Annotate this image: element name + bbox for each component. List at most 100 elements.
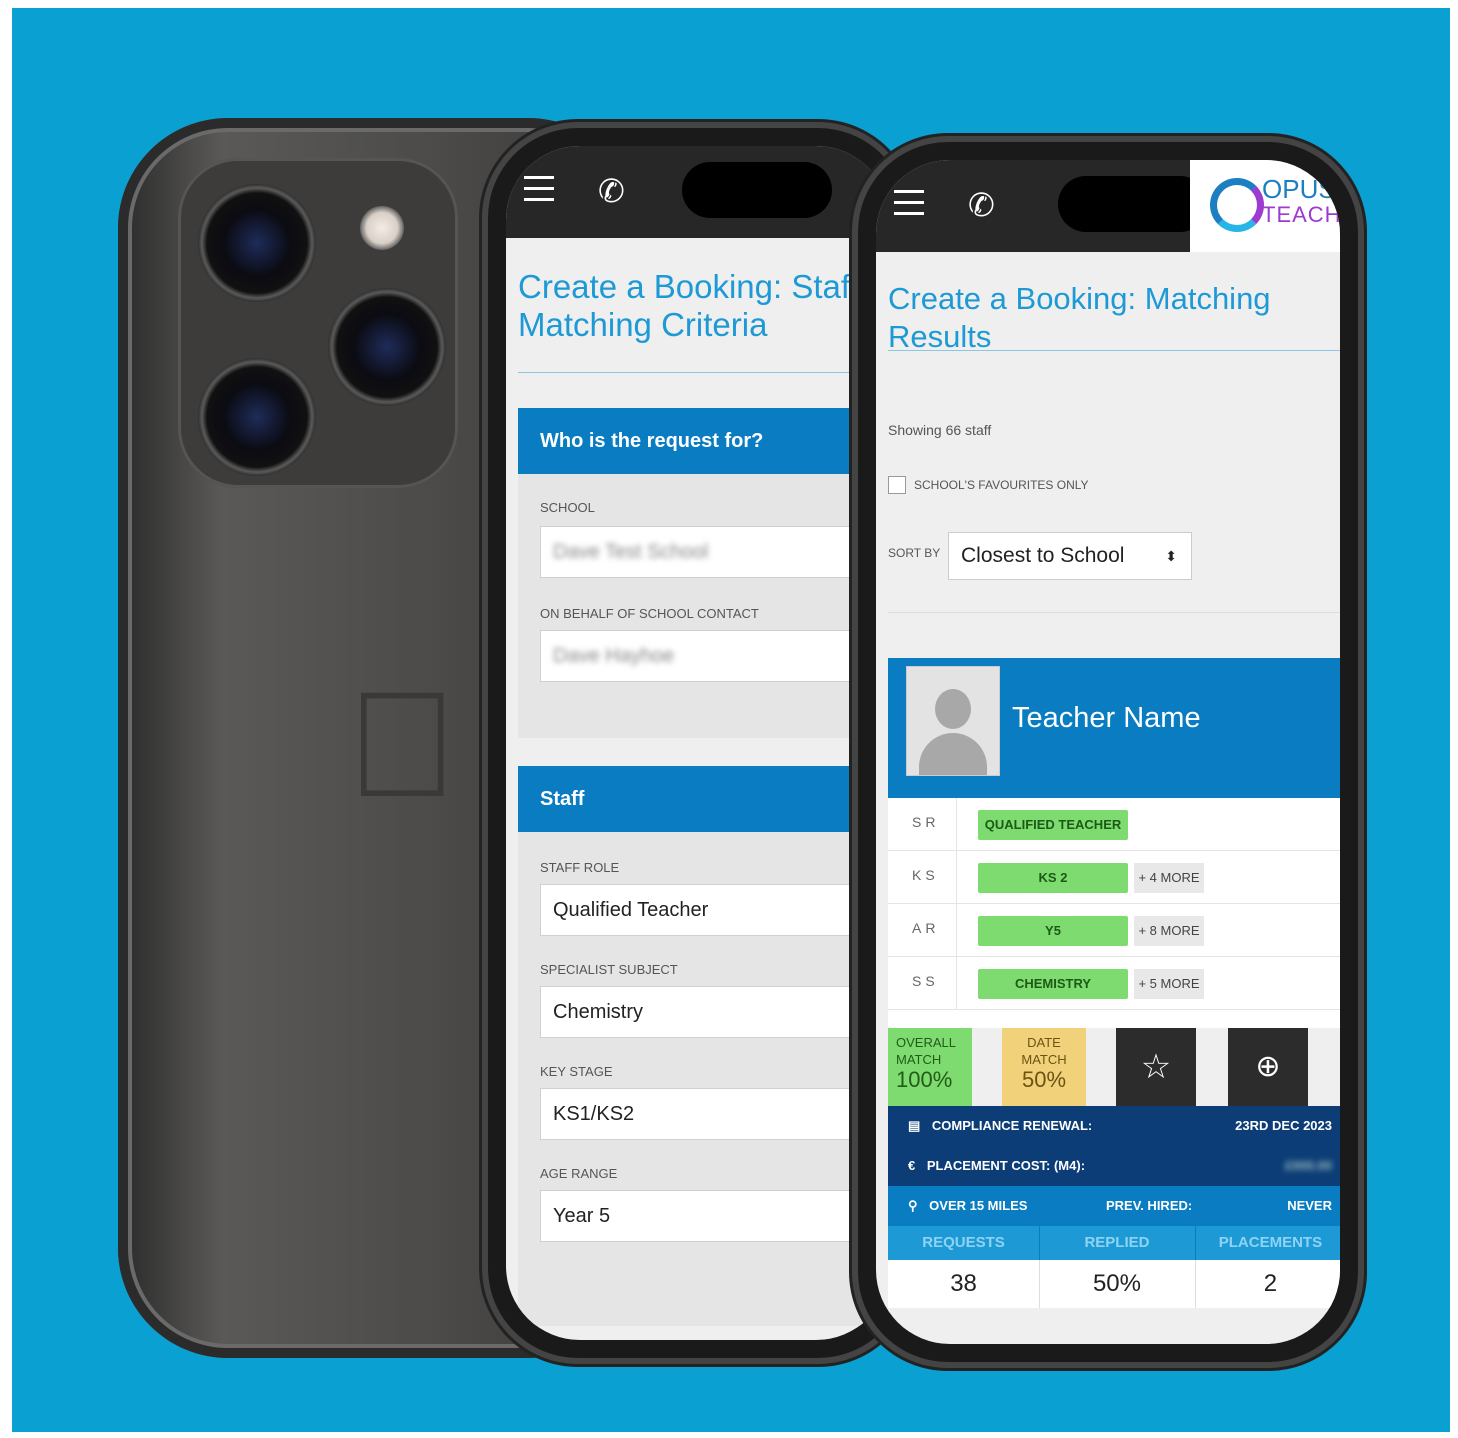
match-tag: KS 2 — [978, 863, 1128, 893]
menu-icon[interactable] — [894, 190, 924, 215]
metric-header: REPLIED — [1039, 1226, 1196, 1260]
school-field[interactable]: Dave Test School — [540, 526, 890, 578]
match-tag: CHEMISTRY — [978, 969, 1128, 999]
select-arrows-icon: ⬍ — [1165, 548, 1177, 564]
screen-results: ✆ OPUS TEACH Create a Booking: Matching … — [876, 160, 1340, 1344]
subject-field[interactable]: Chemistry — [540, 986, 890, 1038]
overall-match-value: 100% — [896, 1067, 953, 1092]
table-row: AR Y5 + 8 MORE — [888, 904, 1340, 957]
results-count: Showing 66 staff — [888, 422, 992, 438]
table-row: SS CHEMISTRY + 5 MORE — [888, 957, 1340, 1010]
school-label: SCHOOL — [540, 500, 595, 515]
phone-criteria: ✆ Create a Booking: Staff Matching Crite… — [488, 128, 908, 1358]
match-stats: OVERALL MATCH 100% DATE MATCH 50% ☆ ⊕ — [888, 1028, 1340, 1106]
date-match: DATE MATCH 50% — [1002, 1028, 1086, 1106]
page-title: Create a Booking: Matching Results — [888, 281, 1271, 354]
request-panel-header: Who is the request for? — [518, 408, 890, 474]
sort-label: SORT BY — [888, 546, 941, 560]
avatar — [906, 666, 1000, 776]
subject-label: SPECIALIST SUBJECT — [540, 962, 678, 977]
teacher-card[interactable]: Teacher Name SR QUALIFIED TEACHER KS KS … — [888, 658, 1340, 1050]
top-bar: ✆ — [506, 146, 890, 238]
metrics-header: REQUESTS REPLIED PLACEMENTS — [888, 1226, 1340, 1260]
table-row: SR QUALIFIED TEACHER — [888, 798, 1340, 851]
overall-match-label2: MATCH — [896, 1052, 942, 1067]
placement-value: £000.00 — [1285, 1158, 1332, 1173]
logo-teach: TEACH — [1262, 202, 1340, 227]
title-divider — [518, 372, 890, 373]
compliance-label: COMPLIANCE RENEWAL: — [931, 1118, 1093, 1133]
staff-role-field[interactable]: Qualified Teacher — [540, 884, 890, 936]
dynamic-island — [682, 162, 832, 218]
key-stage-label: KEY STAGE — [540, 1064, 613, 1079]
teacher-card-header: Teacher Name — [888, 658, 1340, 798]
star-icon[interactable]: ☆ — [1116, 1028, 1196, 1106]
distance-row: ⚲ OVER 15 MILES PREV. HIRED: NEVER — [888, 1186, 1340, 1226]
row-label: SR — [912, 814, 940, 830]
top-bar: ✆ OPUS TEACH — [876, 160, 1340, 252]
favourites-checkbox[interactable] — [888, 476, 906, 494]
sort-select[interactable]: Closest to School ⬍ — [948, 532, 1192, 580]
camera-module — [178, 158, 458, 488]
school-value: Dave Test School — [553, 541, 709, 563]
screen-criteria: ✆ Create a Booking: Staff Matching Crite… — [506, 146, 890, 1340]
contact-value: Dave Hayhoe — [553, 645, 675, 667]
metric-header: PLACEMENTS — [1218, 1234, 1323, 1251]
contact-field[interactable]: Dave Hayhoe — [540, 630, 890, 682]
prev-hired-label: PREV. HIRED: — [1106, 1198, 1193, 1213]
page-title: Create a Booking: Staff Matching Criteri… — [518, 268, 859, 343]
sort-value: Closest to School — [961, 544, 1125, 567]
logo-ring-icon — [1210, 178, 1264, 232]
location-pin-icon: ⚲ — [908, 1198, 918, 1213]
metrics-values: 38 50% 2 — [888, 1260, 1340, 1308]
compliance-value: 23RD DEC 2023 — [1235, 1118, 1332, 1133]
staff-panel: Staff STAFF ROLE Qualified Teacher SPECI… — [518, 766, 890, 1326]
key-stage-field[interactable]: KS1/KS2 — [540, 1088, 890, 1140]
staff-panel-header: Staff — [518, 766, 890, 832]
opus-teach-logo[interactable]: OPUS TEACH — [1190, 160, 1340, 252]
calendar-icon: ▤ — [908, 1118, 921, 1133]
row-label: SS — [912, 973, 939, 989]
metric-header: REQUESTS — [888, 1226, 1041, 1260]
favourites-label: SCHOOL'S FAVOURITES ONLY — [914, 478, 1089, 492]
placement-label: PLACEMENT COST: (M4): — [926, 1158, 1086, 1173]
date-match-value: 50% — [1021, 1067, 1067, 1092]
date-match-label2: MATCH — [1021, 1052, 1067, 1067]
menu-icon[interactable] — [524, 176, 554, 201]
date-match-label1: DATE — [1027, 1035, 1061, 1050]
logo-opus: OPUS — [1262, 174, 1336, 204]
phone-icon[interactable]: ✆ — [968, 186, 995, 224]
distance-label: OVER 15 MILES — [929, 1198, 1028, 1213]
row-label: AR — [912, 920, 940, 936]
flash-icon — [360, 206, 404, 250]
euro-icon: € — [908, 1158, 916, 1173]
metric-value: 38 — [888, 1260, 1041, 1308]
metric-value: 50% — [1039, 1260, 1196, 1308]
age-range-field[interactable]: Year 5 — [540, 1190, 890, 1242]
overall-match: OVERALL MATCH 100% — [888, 1028, 972, 1106]
plus-icon[interactable]: ⊕ — [1228, 1028, 1308, 1106]
apple-logo-icon:  — [346, 658, 459, 831]
metric-value: 2 — [1263, 1270, 1278, 1297]
row-label: KS — [912, 867, 939, 883]
staff-role-label: STAFF ROLE — [540, 860, 620, 875]
prev-hired-value: NEVER — [1287, 1198, 1332, 1213]
match-tag: Y5 — [978, 916, 1128, 946]
request-panel: Who is the request for? SCHOOL Dave Test… — [518, 408, 890, 738]
match-tag: QUALIFIED TEACHER — [978, 810, 1128, 840]
placement-cost-row: € PLACEMENT COST: (M4): £000.00 — [888, 1146, 1340, 1186]
camera-lens-icon — [198, 358, 316, 476]
phone-icon[interactable]: ✆ — [598, 172, 625, 210]
camera-lens-icon — [198, 184, 316, 302]
camera-lens-icon — [328, 288, 446, 406]
more-button[interactable]: + 8 MORE — [1134, 916, 1204, 946]
dynamic-island — [1058, 176, 1208, 232]
table-row: KS KS 2 + 4 MORE — [888, 851, 1340, 904]
title-divider — [888, 350, 1340, 351]
overall-match-label1: OVERALL — [896, 1035, 956, 1050]
compliance-row: ▤ COMPLIANCE RENEWAL: 23RD DEC 2023 — [888, 1106, 1340, 1146]
age-range-label: AGE RANGE — [540, 1166, 618, 1181]
more-button[interactable]: + 5 MORE — [1134, 969, 1204, 999]
more-button[interactable]: + 4 MORE — [1134, 863, 1204, 893]
contact-label: ON BEHALF OF SCHOOL CONTACT — [540, 606, 759, 621]
